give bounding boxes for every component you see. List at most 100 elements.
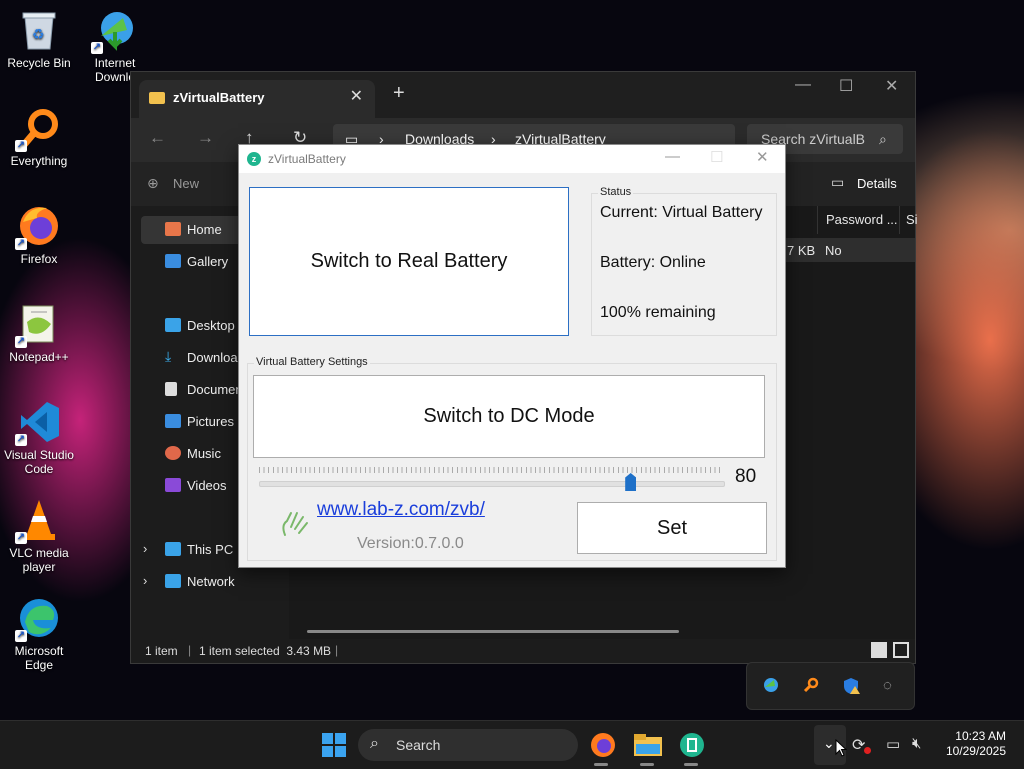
sidebar-item-label: Gallery	[187, 254, 229, 269]
forward-arrow-icon[interactable]: →	[197, 128, 214, 148]
tray-idm-icon[interactable]	[763, 677, 779, 693]
horizontal-scrollbar[interactable]	[307, 630, 679, 633]
gallery-icon	[165, 254, 181, 268]
volume-muted-icon[interactable]: 🔇︎	[912, 735, 921, 752]
row-size-cell: 7 KB	[787, 243, 816, 258]
running-indicator	[684, 763, 698, 766]
website-link[interactable]: www.lab-z.com/zvb/	[317, 499, 485, 521]
app-title: zVirtualBattery	[268, 152, 346, 166]
desktop-icon-label: Everything	[10, 154, 68, 168]
switch-battery-button[interactable]: Switch to Real Battery	[249, 187, 569, 336]
switch-mode-button[interactable]: Switch to DC Mode	[253, 375, 765, 458]
maximize-icon: ☐	[710, 149, 724, 166]
clock-time: 10:23 AM	[955, 729, 1006, 743]
new-tab-icon[interactable]: +	[393, 82, 405, 105]
explorer-status-bar: 1 item | 1 item selected 3.43 MB |	[131, 639, 915, 663]
this-pc-icon	[165, 542, 181, 556]
desktop-icon-recycle-bin[interactable]: ♻ Recycle Bin	[0, 8, 78, 70]
sidebar-item-network[interactable]: › Network	[141, 568, 281, 596]
zvirtualbattery-logo-icon: z	[247, 152, 261, 166]
battery-level-slider[interactable]	[259, 481, 725, 487]
minimize-icon[interactable]: —	[795, 76, 811, 94]
folder-icon	[149, 92, 165, 104]
tiles-view-icon[interactable]	[893, 642, 909, 658]
mouse-cursor	[835, 738, 848, 762]
expand-chevron-icon[interactable]: ›	[143, 541, 147, 556]
taskbar-file-explorer-icon[interactable]	[634, 734, 662, 761]
status-remaining: 100% remaining	[600, 304, 716, 321]
search-icon: ⌕	[370, 735, 379, 752]
sidebar-item-label: Pictures	[187, 414, 234, 429]
pictures-icon	[165, 414, 181, 428]
close-icon[interactable]: ✕	[756, 148, 769, 166]
sidebar-item-label: Documen	[187, 382, 243, 397]
running-indicator	[640, 763, 654, 766]
explorer-tab[interactable]: zVirtualBattery ✕	[139, 80, 375, 118]
running-indicator	[594, 763, 608, 766]
sidebar-item-label: Music	[187, 446, 221, 461]
zvirtualbattery-window: z zVirtualBattery — ☐ ✕ Switch to Real B…	[238, 144, 786, 568]
taskbar-search-box[interactable]: ⌕ Search	[358, 729, 578, 761]
shortcut-arrow-icon: ↗	[15, 532, 27, 544]
taskbar-zvirtualbattery-icon[interactable]	[680, 733, 704, 762]
back-arrow-icon[interactable]: ←	[149, 128, 166, 148]
desktop-icon-label: Notepad++	[9, 350, 69, 364]
sidebar-item-label: Videos	[187, 478, 227, 493]
row-password-cell: No	[825, 243, 842, 258]
explorer-tab-bar: zVirtualBattery ✕ + — ☐ ✕	[131, 72, 915, 118]
sidebar-item-label: Desktop	[187, 318, 235, 333]
desktop-icon-vscode[interactable]: ↗ Visual Studio Code	[0, 400, 78, 476]
desktop-icon-firefox[interactable]: ↗ Firefox	[0, 204, 78, 266]
desktop-icon-vlc[interactable]: ↗ VLC media player	[0, 498, 78, 574]
network-icon	[165, 574, 181, 588]
new-button[interactable]: New	[173, 176, 199, 191]
minimize-icon[interactable]: —	[665, 148, 680, 165]
desktop-icon-label: Visual Studio Code	[4, 448, 74, 476]
shortcut-arrow-icon: ↗	[15, 336, 27, 348]
desktop-icon-everything[interactable]: ↗ Everything	[0, 106, 78, 168]
set-button[interactable]: Set	[577, 502, 767, 554]
taskbar-firefox-icon[interactable]	[590, 732, 616, 763]
download-arrow-icon: ⤓	[165, 348, 172, 364]
sidebar-item-label: Home	[187, 222, 222, 237]
slider-value: 80	[735, 466, 757, 487]
recycle-bin-icon: ♻	[17, 8, 61, 52]
network-icon[interactable]: ▭	[886, 735, 900, 753]
close-window-icon[interactable]: ✕	[885, 76, 898, 96]
desktop-icon-label: Microsoft Edge	[14, 644, 64, 672]
sync-error-badge	[864, 747, 871, 754]
status-current: Current: Virtual Battery	[600, 204, 763, 221]
firefox-icon: ↗	[15, 204, 61, 250]
visual-studio-code-icon: ↗	[15, 400, 61, 446]
shortcut-arrow-icon: ↗	[15, 140, 27, 152]
tray-loading-icon[interactable]: ◌	[883, 677, 892, 694]
details-pane-icon: ▭	[831, 174, 845, 190]
svg-text:♻: ♻	[32, 26, 45, 42]
desktop-icon-edge[interactable]: ↗ Microsoft Edge	[0, 596, 78, 672]
status-selection: 1 item selected 3.43 MB	[199, 644, 332, 658]
details-button[interactable]: Details	[857, 176, 897, 191]
desktop-icon-notepad-plus-plus[interactable]: ↗ Notepad++	[0, 302, 78, 364]
details-view-icon[interactable]	[871, 642, 887, 658]
tray-security-warning-icon[interactable]	[843, 677, 861, 700]
clock[interactable]: 10:23 AM 10/29/2025	[946, 729, 1006, 759]
status-item-count: 1 item	[145, 644, 178, 658]
status-group: Status Current: Virtual Battery Battery:…	[591, 186, 777, 336]
settings-group-label: Virtual Battery Settings	[254, 356, 370, 368]
tray-everything-icon[interactable]	[803, 677, 819, 698]
expand-chevron-icon[interactable]: ›	[143, 573, 147, 588]
close-tab-icon[interactable]: ✕	[350, 86, 363, 106]
vlc-cone-icon: ↗	[15, 498, 61, 544]
shortcut-arrow-icon: ↗	[15, 238, 27, 250]
hand-wave-icon	[279, 507, 309, 544]
desktop-icon-label: Firefox	[20, 252, 58, 266]
shortcut-arrow-icon: ↗	[15, 434, 27, 446]
desktop-folder-icon	[165, 318, 181, 332]
status-battery: Battery: Online	[600, 254, 706, 271]
windows-start-icon[interactable]	[322, 733, 346, 762]
new-plus-icon: ⊕	[147, 175, 159, 191]
microsoft-edge-icon: ↗	[15, 596, 61, 642]
column-header-size[interactable]: Si	[899, 206, 920, 234]
maximize-icon[interactable]: ☐	[839, 76, 853, 96]
slider-ticks	[259, 467, 723, 473]
